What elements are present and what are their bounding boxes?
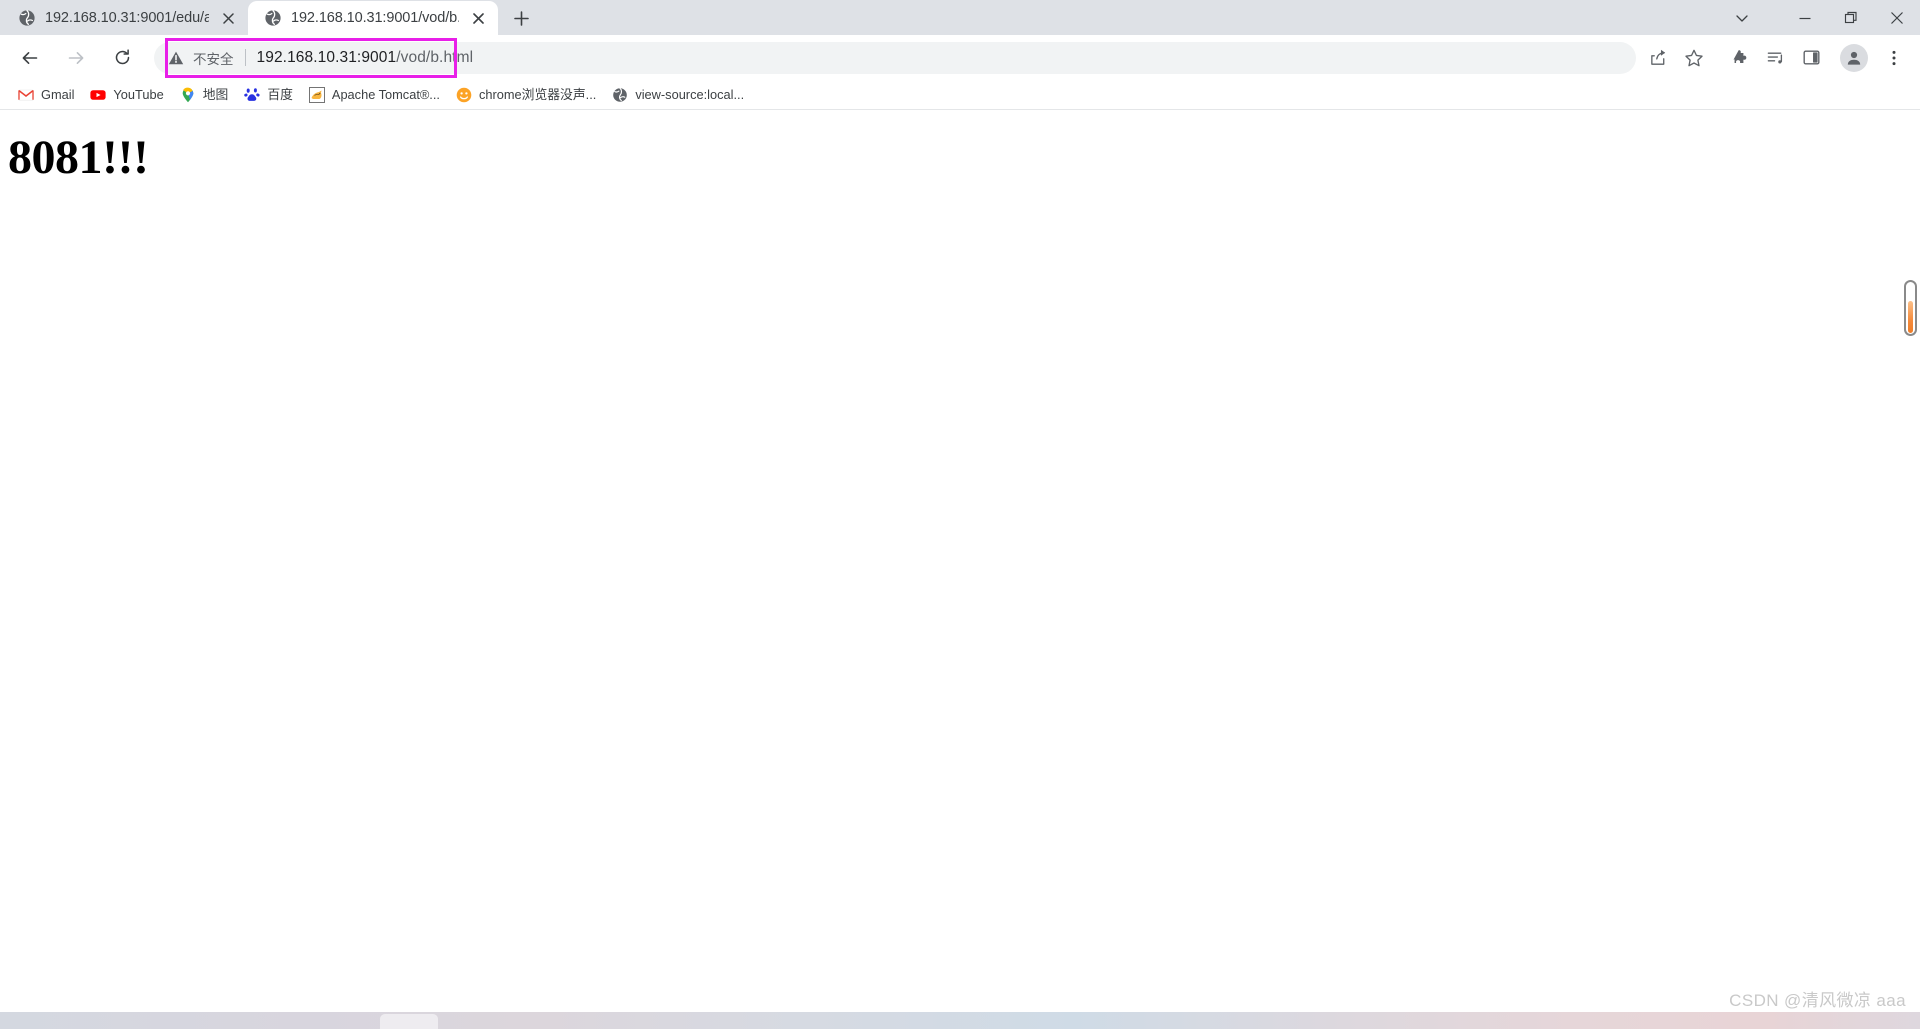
- bookmark-label: 百度: [267, 86, 293, 102]
- browser-tab-2[interactable]: 192.168.10.31:9001/vod/b.htm: [248, 1, 498, 35]
- star-icon[interactable]: [1678, 42, 1710, 74]
- bookmarks-bar: Gmail YouTube 地图 百度 Apache Tomcat®... ch…: [0, 80, 1920, 110]
- bookmark-item-gmail[interactable]: Gmail: [10, 83, 82, 107]
- tab-strip: 192.168.10.31:9001/edu/a.htm 192.168.10.…: [0, 0, 1920, 35]
- window-controls: [1716, 0, 1920, 35]
- tomcat-icon: [308, 86, 325, 103]
- bookmark-item-youtube[interactable]: YouTube: [82, 83, 171, 107]
- gmail-icon: [18, 87, 34, 103]
- bookmark-item-baidu[interactable]: 百度: [236, 83, 301, 107]
- share-icon[interactable]: [1642, 42, 1674, 74]
- bookmark-label: 地图: [202, 86, 229, 102]
- bookmark-item-tomcat[interactable]: Apache Tomcat®...: [301, 83, 448, 107]
- bookmark-item-maps[interactable]: 地图: [172, 83, 237, 107]
- tab-title: 192.168.10.31:9001/edu/a.htm: [45, 10, 209, 26]
- maximize-button[interactable]: [1828, 0, 1874, 35]
- plus-icon: [513, 10, 529, 26]
- security-status-text: 不安全: [193, 51, 234, 67]
- taskbar-nub: [380, 1014, 438, 1029]
- close-window-button[interactable]: [1874, 0, 1920, 35]
- bookmark-label: view-source:local...: [635, 86, 745, 102]
- bookmark-label: Apache Tomcat®...: [331, 86, 440, 102]
- globe-icon: [18, 9, 36, 27]
- tab-title: 192.168.10.31:9001/vod/b.htm: [291, 10, 459, 26]
- avatar[interactable]: [1838, 42, 1870, 74]
- arrow-right-icon: [68, 51, 84, 64]
- browser-tab-1[interactable]: 192.168.10.31:9001/edu/a.htm: [2, 1, 248, 35]
- warning-triangle-icon[interactable]: [168, 50, 184, 66]
- tab-close-button[interactable]: [218, 8, 238, 28]
- forward-button: [58, 40, 94, 76]
- puzzle-icon[interactable]: [1723, 42, 1755, 74]
- chevron-down-icon: [1736, 14, 1748, 22]
- bookmark-item-view-source[interactable]: view-source:local...: [604, 83, 752, 107]
- arrow-left-icon: [22, 51, 38, 64]
- bookmark-label: YouTube: [113, 86, 164, 102]
- omnibox-divider: [244, 49, 246, 66]
- toolbar-actions: [1642, 42, 1912, 74]
- new-tab-button[interactable]: [504, 1, 538, 35]
- back-button[interactable]: [12, 40, 48, 76]
- restore-icon: [1844, 11, 1857, 23]
- baidu-icon: [244, 87, 260, 103]
- desktop-strip: [0, 1012, 1920, 1029]
- scroll-thumb-fill: [1908, 301, 1913, 333]
- browser-window: 192.168.10.31:9001/edu/a.htm 192.168.10.…: [0, 0, 1920, 1029]
- omnibox-url-path: /vod/b.html: [396, 48, 474, 66]
- globe-icon: [264, 9, 282, 27]
- page-heading: 8081!!!: [8, 131, 149, 184]
- media-list-icon[interactable]: [1759, 42, 1791, 74]
- smiley-icon: [456, 87, 472, 103]
- watermark-text: CSDN @清风微凉 aaa: [1729, 991, 1906, 1010]
- avatar-circle: [1840, 43, 1868, 72]
- minimize-button[interactable]: [1782, 0, 1828, 35]
- maps-pin-icon: [180, 87, 196, 103]
- minimize-icon: [1799, 17, 1811, 19]
- omnibox-url[interactable]: 192.168.10.31:9001/vod/b.html: [257, 48, 474, 68]
- bookmark-label: chrome浏览器没声...: [478, 86, 597, 102]
- kebab-menu-icon[interactable]: [1878, 42, 1910, 74]
- scroll-thumb[interactable]: [1904, 280, 1917, 336]
- bookmark-label: Gmail: [41, 86, 75, 102]
- address-bar[interactable]: 不安全 192.168.10.31:9001/vod/b.html: [154, 41, 1636, 74]
- tab-close-button[interactable]: [468, 8, 488, 28]
- reload-icon: [115, 49, 129, 65]
- side-panel-icon[interactable]: [1795, 42, 1827, 74]
- person-icon: [1847, 51, 1861, 65]
- browser-toolbar: 不安全 192.168.10.31:9001/vod/b.html: [0, 35, 1920, 80]
- reload-button[interactable]: [104, 40, 140, 76]
- page-viewport: 8081!!! CSDN @清风微凉 aaa: [0, 110, 1920, 1029]
- bookmark-item-chrome-sound[interactable]: chrome浏览器没声...: [448, 83, 604, 107]
- globe-icon: [612, 87, 628, 103]
- tab-search-button[interactable]: [1716, 0, 1768, 35]
- youtube-icon: [90, 87, 107, 103]
- omnibox-url-host: 192.168.10.31:9001: [256, 48, 397, 66]
- close-icon: [1891, 11, 1903, 24]
